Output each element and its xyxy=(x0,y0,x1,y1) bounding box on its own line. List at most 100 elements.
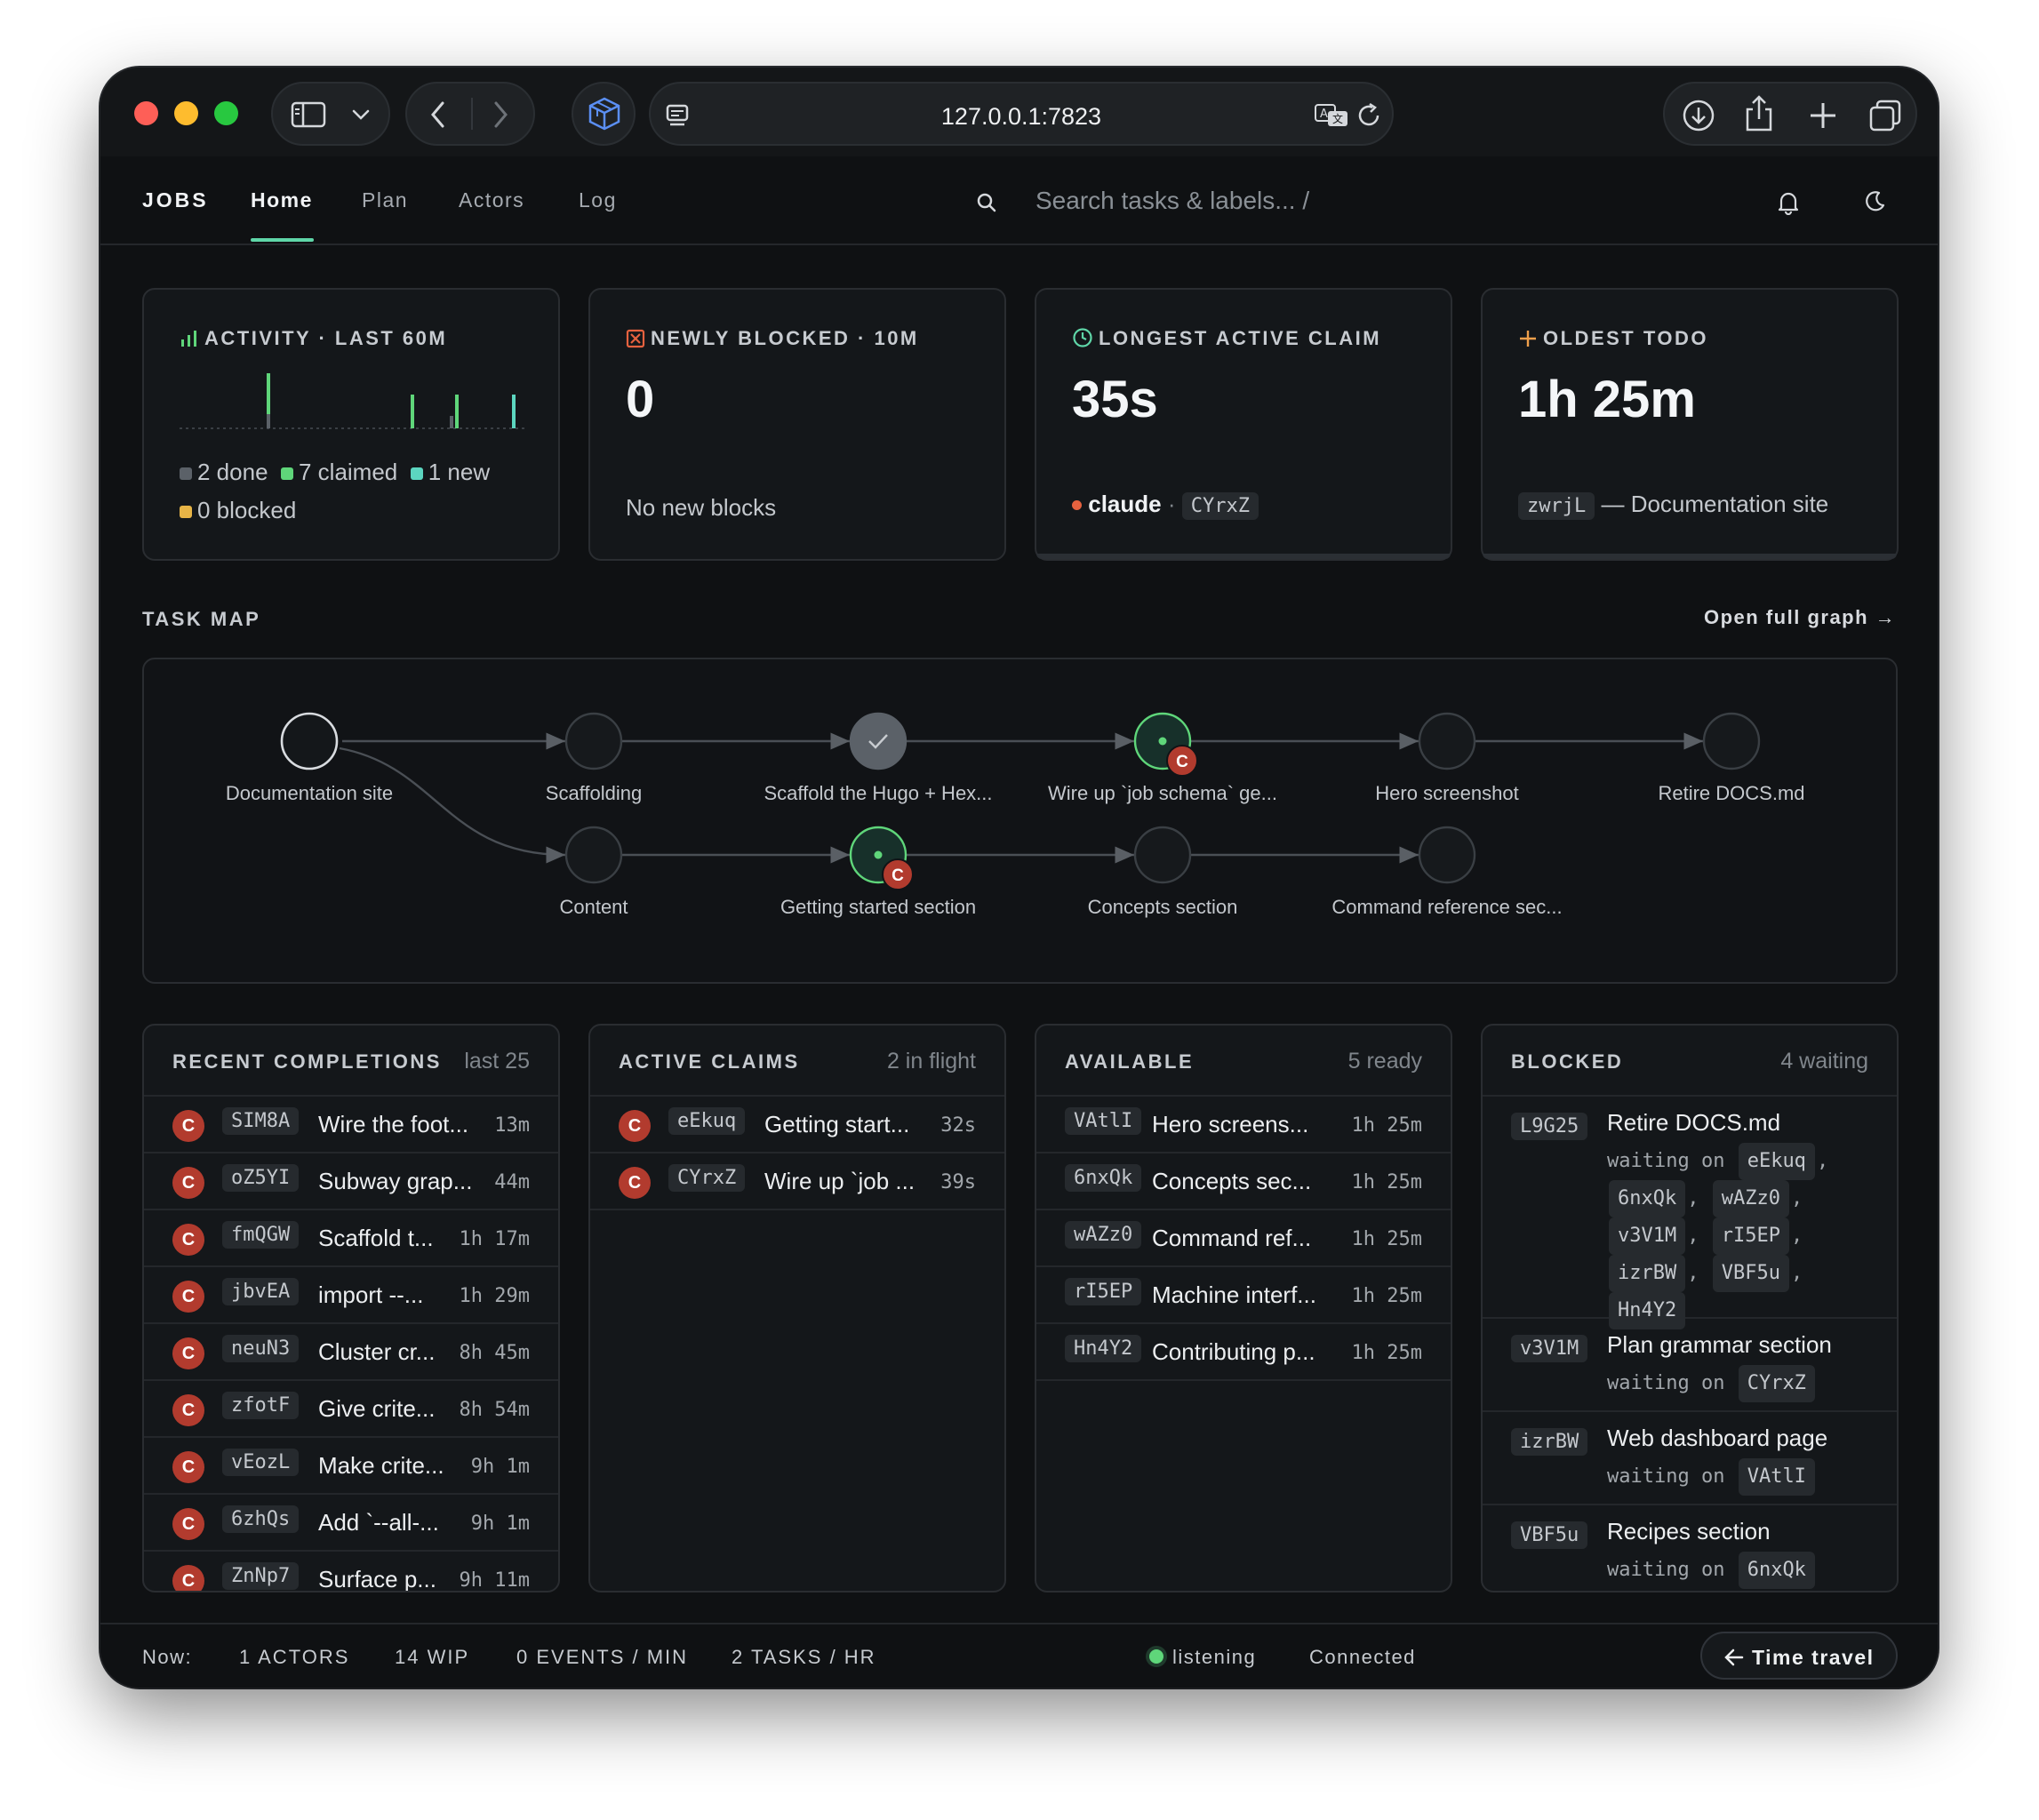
node-hero-screenshot[interactable] xyxy=(1418,712,1476,770)
node-label[interactable]: Scaffolding xyxy=(452,782,736,805)
extension-button[interactable] xyxy=(572,82,636,146)
node-label[interactable]: Content xyxy=(452,896,736,919)
task-title[interactable]: Concepts sec... xyxy=(1152,1168,1311,1195)
node-concepts-section[interactable] xyxy=(1133,826,1192,884)
task-id-chip[interactable]: vEozL xyxy=(222,1449,300,1476)
reload-icon[interactable] xyxy=(1356,101,1383,130)
node-label[interactable]: Scaffold the Hugo + Hex... xyxy=(736,782,1020,805)
new-tab-icon[interactable] xyxy=(1807,100,1839,132)
task-title[interactable]: Command ref... xyxy=(1152,1225,1311,1252)
tab-log[interactable]: Log xyxy=(579,188,617,212)
task-id-chip[interactable]: jbvEA xyxy=(222,1278,300,1305)
node-label[interactable]: Command reference sec... xyxy=(1305,896,1589,919)
task-title[interactable]: import --... xyxy=(318,1281,423,1309)
task-title[interactable]: Make crite... xyxy=(318,1452,444,1480)
task-id-chip[interactable]: zfotF xyxy=(222,1392,300,1419)
address-bar[interactable]: 127.0.0.1:7823 A文 xyxy=(649,82,1394,146)
back-arrow-icon[interactable] xyxy=(428,100,448,130)
dependency-chip[interactable]: 6nxQk xyxy=(1738,1552,1815,1589)
list-item[interactable]: rI5EP Machine interf... 1h 25m xyxy=(1036,1267,1451,1324)
blocked-item[interactable]: VBF5u Recipes section waiting on 6nxQk xyxy=(1483,1505,1897,1591)
task-title[interactable]: Machine interf... xyxy=(1152,1281,1316,1309)
task-id-chip[interactable]: VAtlI xyxy=(1065,1107,1142,1135)
task-title[interactable]: Recipes section xyxy=(1607,1518,1771,1545)
task-id-chip[interactable]: wAZz0 xyxy=(1065,1221,1142,1249)
task-id-chip[interactable]: neuN3 xyxy=(222,1335,300,1362)
dependency-chip[interactable]: v3V1M xyxy=(1609,1217,1686,1255)
time-travel-button[interactable]: Time travel xyxy=(1700,1632,1898,1680)
tab-overview-icon[interactable] xyxy=(1867,98,1903,133)
node-label[interactable]: Documentation site xyxy=(167,782,452,805)
tab-plan[interactable]: Plan xyxy=(362,188,408,212)
url-text[interactable]: 127.0.0.1:7823 xyxy=(651,103,1392,131)
dependency-chip[interactable]: rI5EP xyxy=(1712,1217,1789,1255)
task-title[interactable]: Wire up `job ... xyxy=(764,1168,915,1195)
tab-actors[interactable]: Actors xyxy=(459,188,524,212)
list-item[interactable]: VAtlI Hero screens... 1h 25m xyxy=(1036,1097,1451,1153)
task-title[interactable]: Wire the foot... xyxy=(318,1111,468,1138)
oldest-todo-card[interactable]: OLDEST TODO 1h 25m zwrjL — Documentation… xyxy=(1481,288,1899,561)
open-full-graph-link[interactable]: Open full graph → xyxy=(1704,606,1896,629)
list-item[interactable]: 6nxQk Concepts sec... 1h 25m xyxy=(1036,1153,1451,1210)
forward-arrow-icon[interactable] xyxy=(491,100,510,130)
list-item[interactable]: CzfotF Give crite... 8h 54m xyxy=(144,1381,558,1438)
blocked-item[interactable]: izrBW Web dashboard page waiting on VAtlI xyxy=(1483,1412,1897,1505)
task-title[interactable]: Contributing p... xyxy=(1152,1338,1315,1366)
node-label[interactable]: Hero screenshot xyxy=(1305,782,1589,805)
task-id-chip[interactable]: v3V1M xyxy=(1511,1335,1588,1362)
task-title[interactable]: Retire DOCS.md xyxy=(1607,1109,1780,1137)
dependency-chip[interactable]: VBF5u xyxy=(1712,1255,1789,1292)
dependency-chip[interactable]: CYrxZ xyxy=(1738,1365,1815,1402)
dark-mode-moon-icon[interactable] xyxy=(1863,190,1886,213)
node-content[interactable] xyxy=(564,826,623,884)
dependency-chip[interactable]: wAZz0 xyxy=(1712,1180,1789,1217)
list-item[interactable]: CneuN3 Cluster cr... 8h 45m xyxy=(144,1324,558,1381)
task-title[interactable]: Add `--all-... xyxy=(318,1509,439,1537)
longest-claim-card[interactable]: LONGEST ACTIVE CLAIM 35s claude · CYrxZ xyxy=(1035,288,1452,561)
list-item[interactable]: C CYrxZ Wire up `job ... 39s xyxy=(590,1153,1004,1210)
task-id-chip[interactable]: CYrxZ xyxy=(1181,492,1259,520)
task-title[interactable]: Give crite... xyxy=(318,1395,435,1423)
blocked-item[interactable]: v3V1M Plan grammar section waiting on CYrx… xyxy=(1483,1319,1897,1412)
minimize-window-button[interactable] xyxy=(174,101,198,125)
task-id-chip[interactable]: izrBW xyxy=(1511,1428,1588,1456)
node-scaffold-hugo-done[interactable] xyxy=(849,712,908,770)
task-id-chip[interactable]: ZnNp7 xyxy=(222,1562,300,1590)
task-id-chip[interactable]: zwrjL xyxy=(1518,492,1595,520)
task-title[interactable]: Cluster cr... xyxy=(318,1338,435,1366)
task-id-chip[interactable]: 6zhQs xyxy=(222,1505,300,1533)
task-title[interactable]: Plan grammar section xyxy=(1607,1331,1832,1359)
task-id-chip[interactable]: VBF5u xyxy=(1511,1521,1588,1549)
list-item[interactable]: Hn4Y2 Contributing p... 1h 25m xyxy=(1036,1324,1451,1381)
node-retire-docs[interactable] xyxy=(1702,712,1761,770)
task-title[interactable]: Getting start... xyxy=(764,1111,909,1138)
list-item[interactable]: wAZz0 Command ref... 1h 25m xyxy=(1036,1210,1451,1267)
zoom-window-button[interactable] xyxy=(214,101,238,125)
list-item[interactable]: C SIM8A Wire the foot... 13m xyxy=(144,1097,558,1153)
bell-icon[interactable] xyxy=(1778,190,1799,215)
download-icon[interactable] xyxy=(1681,98,1716,133)
chevron-down-icon[interactable] xyxy=(351,108,371,121)
dependency-chip[interactable]: 6nxQk xyxy=(1609,1180,1686,1217)
node-label[interactable]: Wire up `job schema` ge... xyxy=(1020,782,1305,805)
node-command-reference[interactable] xyxy=(1418,826,1476,884)
task-id-chip[interactable]: L9G25 xyxy=(1511,1113,1588,1140)
node-scaffolding[interactable] xyxy=(564,712,623,770)
list-item[interactable]: C 6zhQs Add `--all-... 9h 1m xyxy=(144,1495,558,1552)
task-id-chip[interactable]: SIM8A xyxy=(222,1107,300,1135)
dependency-chip[interactable]: VAtlI xyxy=(1738,1458,1815,1496)
blocked-item[interactable]: L9G25 Retire DOCS.md waiting on eEkuq, 6nx… xyxy=(1483,1097,1897,1329)
task-title[interactable]: Hero screens... xyxy=(1152,1111,1308,1138)
node-documentation-site[interactable] xyxy=(280,712,339,770)
task-id-chip[interactable]: oZ5YI xyxy=(222,1164,300,1192)
list-item[interactable]: C ZnNp7 Surface p... 9h 11m xyxy=(144,1552,558,1591)
tab-home[interactable]: Home xyxy=(251,188,313,212)
close-window-button[interactable] xyxy=(134,101,158,125)
task-id-chip[interactable]: eEkuq xyxy=(668,1107,746,1135)
task-id-chip[interactable]: fmQGW xyxy=(222,1221,300,1249)
list-item[interactable]: CoZ5YI Subway grap... 44m xyxy=(144,1153,558,1210)
node-label[interactable]: Concepts section xyxy=(1020,896,1305,919)
task-id-chip[interactable]: rI5EP xyxy=(1065,1278,1142,1305)
task-id-chip[interactable]: CYrxZ xyxy=(668,1164,746,1192)
dependency-chip[interactable]: izrBW xyxy=(1609,1255,1686,1292)
